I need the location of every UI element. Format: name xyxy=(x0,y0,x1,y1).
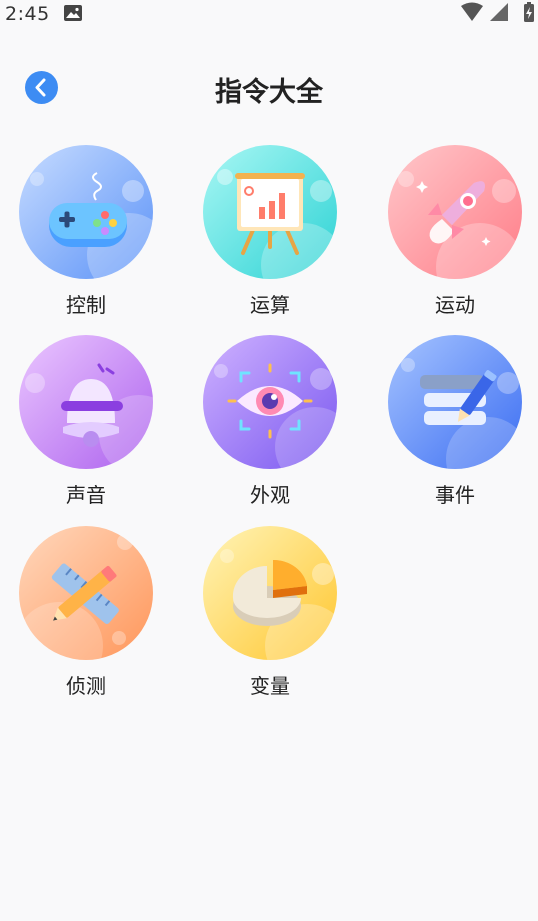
category-control[interactable]: 控制 xyxy=(11,145,161,320)
category-sensing-badge xyxy=(19,526,153,660)
category-sound[interactable]: 声音 xyxy=(11,335,161,510)
page-title: 指令大全 xyxy=(215,77,323,108)
status-icons xyxy=(461,2,534,22)
category-sensing[interactable]: 侦测 xyxy=(11,526,161,701)
category-variables[interactable]: 变量 xyxy=(195,526,345,701)
category-operators[interactable]: 运算 xyxy=(195,145,345,320)
battery-icon xyxy=(524,2,534,22)
category-label: 事件 xyxy=(435,483,475,507)
category-operators-badge xyxy=(203,145,337,279)
image-notification-icon xyxy=(64,5,82,21)
category-label: 运算 xyxy=(250,293,290,317)
category-events-badge xyxy=(388,335,522,469)
category-label: 侦测 xyxy=(66,674,106,698)
category-label: 声音 xyxy=(66,483,106,507)
category-control-badge xyxy=(19,145,153,279)
header: 指令大全 xyxy=(0,56,538,120)
category-label: 变量 xyxy=(250,674,290,698)
category-label: 运动 xyxy=(435,293,475,317)
status-time: 2:45 xyxy=(5,3,50,25)
cellular-signal-icon xyxy=(490,3,508,21)
category-variables-badge xyxy=(203,526,337,660)
category-looks-badge xyxy=(203,335,337,469)
category-label: 外观 xyxy=(250,483,290,507)
category-motion-badge xyxy=(388,145,522,279)
category-label: 控制 xyxy=(66,293,106,317)
status-bar: 2:45 xyxy=(0,0,538,26)
wifi-icon xyxy=(461,2,483,21)
document-pencil-icon xyxy=(420,370,497,425)
category-sound-badge xyxy=(19,335,153,469)
category-looks[interactable]: 外观 xyxy=(195,335,345,510)
category-motion[interactable]: 运动 xyxy=(380,145,530,320)
category-events[interactable]: 事件 xyxy=(380,335,530,510)
